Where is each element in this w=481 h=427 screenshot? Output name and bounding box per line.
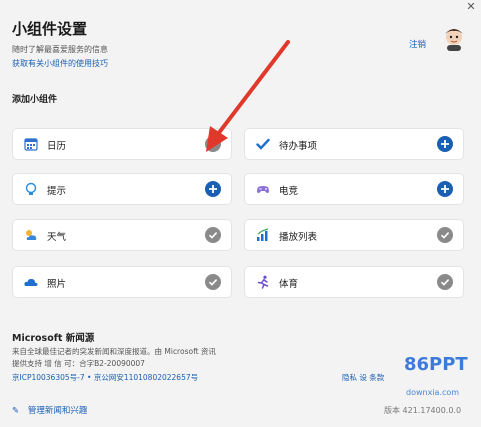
- avatar-icon: [445, 29, 463, 51]
- sports-icon: [257, 275, 269, 289]
- widget-label: 电竞: [279, 186, 299, 197]
- calendar-icon: [24, 138, 38, 151]
- panel-title: 小组件设置: [12, 20, 88, 38]
- icp-link[interactable]: 京ICP10036305号-7 • 京公网安11010802022657号: [12, 372, 198, 383]
- widget-label: 照片: [47, 279, 67, 290]
- news-description: 来自全球最佳记者的突发新闻和深度报道。由 Microsoft 资讯: [12, 347, 216, 356]
- widget-label: 天气: [47, 232, 67, 243]
- manage-news-link[interactable]: ✎ 管理新闻和兴趣: [12, 404, 87, 416]
- playlist-icon: [257, 228, 269, 241]
- added-check-icon[interactable]: [437, 274, 453, 290]
- version-text: 版本 421.17400.0.0: [384, 406, 462, 415]
- tips-icon: [25, 182, 37, 195]
- gamepad-icon: [257, 186, 269, 193]
- widget-card-playlist[interactable]: 播放列表: [244, 219, 464, 251]
- widget-label: 播放列表: [279, 232, 318, 243]
- widget-label: 体育: [279, 279, 299, 290]
- add-plus-icon[interactable]: [437, 136, 453, 152]
- edit-icon: ✎: [12, 406, 20, 416]
- annotation-arrow-icon: [206, 40, 290, 152]
- widget-card-photos[interactable]: 照片: [12, 266, 232, 298]
- watermark-subtext: downxia.com: [406, 388, 460, 397]
- weather-icon: [26, 230, 37, 240]
- added-check-icon[interactable]: [205, 227, 221, 243]
- avatar[interactable]: [439, 24, 469, 52]
- add-plus-icon[interactable]: [437, 181, 453, 197]
- privacy-terms-link[interactable]: 隐私 设 条款: [342, 372, 384, 383]
- news-provider: 提供支持 增 信 可：合字B2-20090007: [12, 359, 145, 368]
- widget-label: 提示: [47, 186, 67, 197]
- section-heading: 添加小组件: [12, 95, 58, 105]
- add-plus-icon[interactable]: [205, 181, 221, 197]
- cloud-icon: [24, 278, 38, 286]
- added-check-icon[interactable]: [205, 274, 221, 290]
- widget-card-weather[interactable]: 天气: [12, 219, 232, 251]
- manage-news-label: 管理新闻和兴趣: [27, 406, 88, 416]
- widget-card-sports[interactable]: 体育: [244, 266, 464, 298]
- added-check-icon[interactable]: [437, 227, 453, 243]
- widget-card-esports[interactable]: 电竞: [244, 173, 464, 205]
- widget-label: 日历: [47, 141, 67, 152]
- close-button[interactable]: ✕: [463, 0, 479, 14]
- panel-subtitle: 随时了解最喜爱服务的信息: [12, 45, 108, 54]
- widget-card-tips[interactable]: 提示: [12, 173, 232, 205]
- tips-link[interactable]: 获取有关小组件的使用技巧: [12, 58, 108, 69]
- sign-out-link[interactable]: 注销: [409, 38, 426, 50]
- news-title: Microsoft 新闻源: [12, 333, 95, 344]
- watermark-logo: 86PPT: [404, 354, 468, 375]
